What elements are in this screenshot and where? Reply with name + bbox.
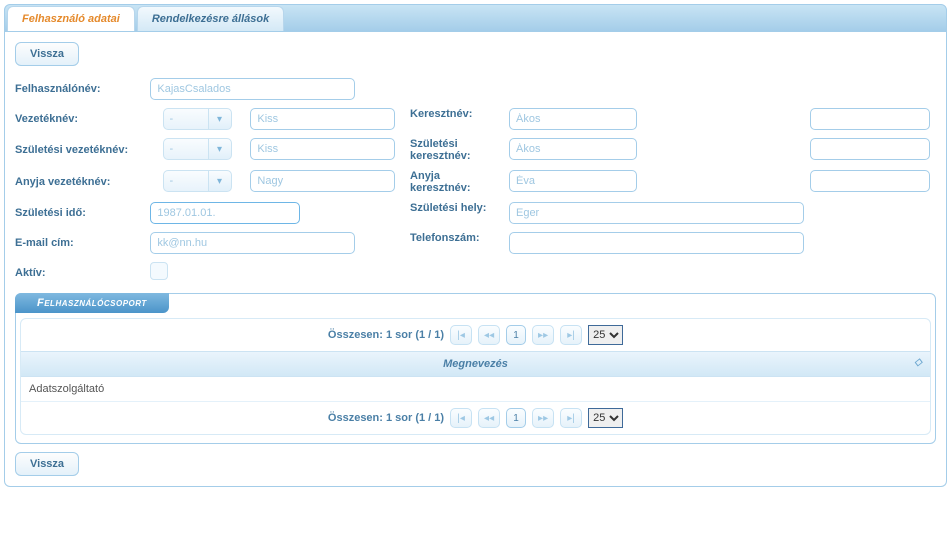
prev-page-button[interactable]: ◂◂ <box>478 408 500 428</box>
input-surname[interactable] <box>250 108 395 130</box>
label-givenname: Keresztnév: <box>406 104 509 134</box>
label-birth-place: Születési hely: <box>406 198 509 228</box>
label-birth-surname: Születési vezetéknév: <box>15 134 163 166</box>
prefix-select-2-value: - <box>163 138 208 160</box>
column-header-name-text: Megnevezés <box>443 358 508 370</box>
user-form: Felhasználónév: Vezetéknév: - Keresztnév… <box>15 74 936 287</box>
next-page-button[interactable]: ▸▸ <box>532 325 554 345</box>
last-page-button[interactable]: ▸| <box>560 325 582 345</box>
input-givenname[interactable] <box>509 108 637 130</box>
input-birth-date[interactable] <box>150 202 300 224</box>
back-button-bottom[interactable]: Vissza <box>15 452 79 476</box>
next-page-button[interactable]: ▸▸ <box>532 408 554 428</box>
label-mother-givenname: Anyja keresztnév: <box>406 166 509 198</box>
paginator-bottom-label: Összesen: 1 sor (1 / 1) <box>328 412 444 424</box>
chevron-down-icon[interactable] <box>208 138 232 160</box>
page-size-select[interactable]: 25 <box>588 408 623 428</box>
input-suffix-1[interactable] <box>810 108 930 130</box>
first-page-button[interactable]: |◂ <box>450 325 472 345</box>
input-mother-surname[interactable] <box>250 170 395 192</box>
sort-indicator-icon: ◇ <box>914 357 922 368</box>
label-email: E-mail cím: <box>15 228 163 258</box>
input-email[interactable] <box>150 232 355 254</box>
label-birth-date: Születési idő: <box>15 198 163 228</box>
input-suffix-3[interactable] <box>810 170 930 192</box>
label-phone: Telefonszám: <box>406 228 509 258</box>
prefix-select-3-value: - <box>163 170 208 192</box>
input-mother-givenname[interactable] <box>509 170 637 192</box>
label-active: Aktív: <box>15 258 163 287</box>
chevron-down-icon[interactable] <box>208 108 232 130</box>
prefix-select-2[interactable]: - <box>163 138 232 160</box>
input-birth-givenname[interactable] <box>509 138 637 160</box>
tab-availability[interactable]: Rendelkezésre állások <box>137 6 284 31</box>
chevron-down-icon[interactable] <box>208 170 232 192</box>
label-mother-surname: Anyja vezetéknév: <box>15 166 163 198</box>
prefix-select-1[interactable]: - <box>163 108 232 130</box>
content-panel: Vissza Felhasználónév: Vezetéknév: - Ker… <box>4 32 947 487</box>
label-birth-givenname: Születési keresztnév: <box>406 134 509 166</box>
tab-user-data[interactable]: Felhasználó adatai <box>7 6 135 31</box>
section-usergroup: Felhasználócsoport Összesen: 1 sor (1 / … <box>15 293 936 444</box>
input-username[interactable] <box>150 78 355 100</box>
column-header-name[interactable]: Megnevezés ◇ <box>21 351 930 377</box>
checkbox-active[interactable] <box>150 262 168 280</box>
page-number-button[interactable]: 1 <box>506 325 526 345</box>
prefix-select-3[interactable]: - <box>163 170 232 192</box>
input-birth-surname[interactable] <box>250 138 395 160</box>
prev-page-button[interactable]: ◂◂ <box>478 325 500 345</box>
input-birth-place[interactable] <box>509 202 804 224</box>
paginator-bottom: Összesen: 1 sor (1 / 1) |◂ ◂◂ 1 ▸▸ ▸| 25 <box>21 401 930 434</box>
page-number-button[interactable]: 1 <box>506 408 526 428</box>
paginator-top: Összesen: 1 sor (1 / 1) |◂ ◂◂ 1 ▸▸ ▸| 25 <box>21 319 930 351</box>
input-suffix-2[interactable] <box>810 138 930 160</box>
prefix-select-1-value: - <box>163 108 208 130</box>
page-size-select[interactable]: 25 <box>588 325 623 345</box>
first-page-button[interactable]: |◂ <box>450 408 472 428</box>
last-page-button[interactable]: ▸| <box>560 408 582 428</box>
back-button[interactable]: Vissza <box>15 42 79 66</box>
paginator-top-label: Összesen: 1 sor (1 / 1) <box>328 329 444 341</box>
label-surname: Vezetéknév: <box>15 104 163 134</box>
section-usergroup-title: Felhasználócsoport <box>15 293 169 313</box>
tab-strip: Felhasználó adatai Rendelkezésre állások <box>4 4 947 32</box>
label-username: Felhasználónév: <box>15 74 163 104</box>
input-phone[interactable] <box>509 232 804 254</box>
table-row[interactable]: Adatszolgáltató <box>21 377 930 401</box>
